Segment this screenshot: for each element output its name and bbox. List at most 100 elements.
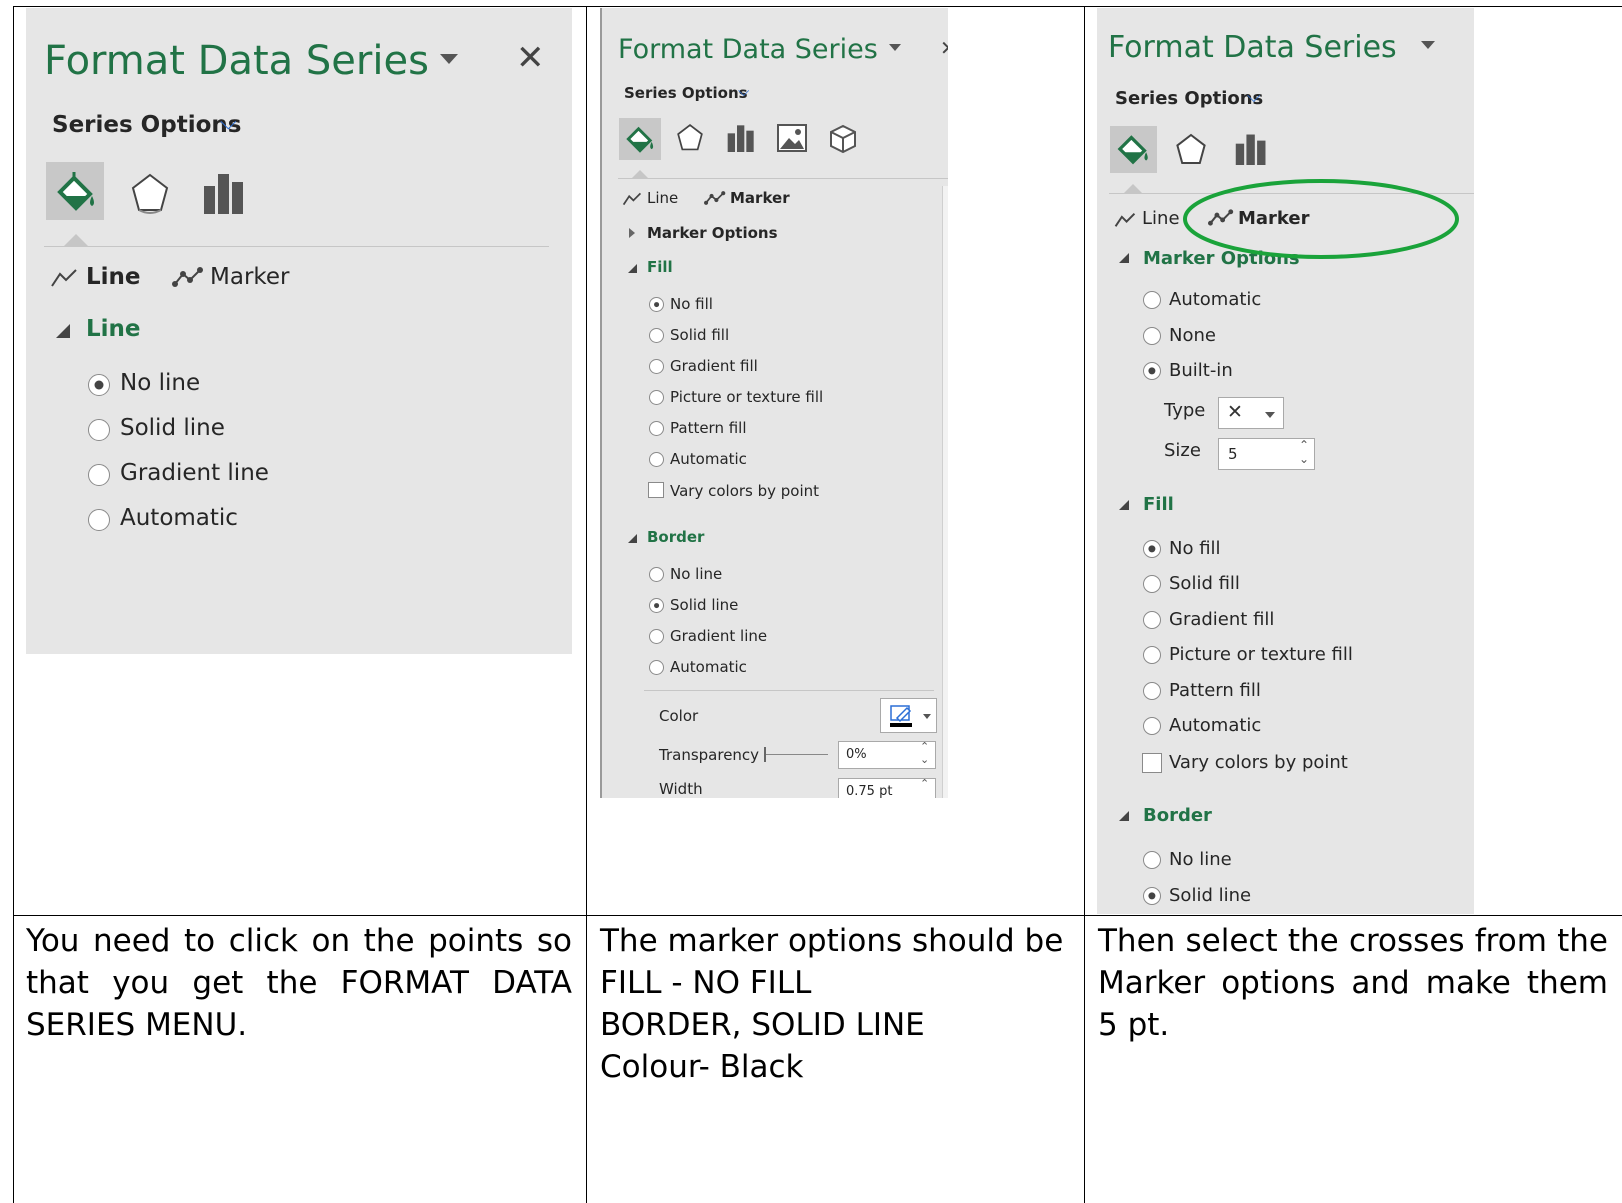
pentagon-effects-icon[interactable] (676, 123, 704, 155)
paint-bucket-icon[interactable] (54, 170, 98, 214)
vary-colors-label[interactable]: Vary colors by point (670, 482, 819, 500)
marker-tab-label[interactable]: Marker (730, 189, 790, 207)
border-automatic-label[interactable]: Automatic (670, 658, 747, 676)
line-tab-icon[interactable] (50, 268, 78, 288)
line-section-collapse-icon[interactable] (56, 324, 70, 338)
color-picker-button[interactable] (880, 698, 937, 733)
series-options-label[interactable]: Series Options (1115, 88, 1263, 109)
picture-icon[interactable] (777, 124, 807, 152)
automatic-fill-radio[interactable] (649, 452, 664, 467)
gradient-line-radio[interactable] (88, 464, 110, 486)
paint-bucket-icon[interactable] (1115, 131, 1151, 167)
no-fill-label[interactable]: No fill (670, 295, 713, 313)
panel-menu-dropdown-icon[interactable] (889, 44, 901, 51)
border-solid-line-label[interactable]: Solid line (670, 596, 738, 614)
border-gradient-line-label[interactable]: Gradient line (670, 627, 767, 645)
line-tab-label[interactable]: Line (86, 264, 141, 290)
marker-builtin-radio[interactable] (1143, 362, 1161, 380)
chevron-down-icon[interactable]: ⌵ (738, 82, 749, 100)
gradient-fill-radio[interactable] (1143, 611, 1161, 629)
picture-fill-radio[interactable] (649, 390, 664, 405)
bar-chart-series-icon[interactable] (1234, 133, 1268, 165)
line-tab-label[interactable]: Line (647, 189, 678, 207)
pentagon-effects-icon[interactable] (130, 172, 170, 218)
transparency-slider-track[interactable] (766, 754, 828, 755)
marker-tab-label[interactable]: Marker (210, 264, 290, 290)
panel-menu-dropdown-icon[interactable] (1421, 41, 1435, 49)
panel-menu-dropdown-icon[interactable] (440, 54, 458, 64)
solid-fill-label[interactable]: Solid fill (1169, 573, 1240, 594)
marker-type-dropdown[interactable]: ✕ (1218, 397, 1284, 429)
pattern-fill-label[interactable]: Pattern fill (670, 419, 747, 437)
cube-3d-icon[interactable] (829, 124, 857, 154)
border-no-line-radio[interactable] (1143, 851, 1161, 869)
no-line-label[interactable]: No line (120, 370, 200, 396)
marker-options-heading[interactable]: Marker Options (647, 224, 778, 242)
close-icon[interactable]: ✕ (516, 38, 545, 78)
automatic-fill-label[interactable]: Automatic (670, 450, 747, 468)
marker-builtin-label[interactable]: Built-in (1169, 360, 1233, 381)
gradient-line-label[interactable]: Gradient line (120, 460, 269, 486)
paint-bucket-icon[interactable] (624, 123, 656, 155)
vary-colors-checkbox[interactable] (1142, 753, 1162, 773)
vary-colors-label[interactable]: Vary colors by point (1169, 752, 1348, 773)
border-no-line-radio[interactable] (649, 567, 664, 582)
border-gradient-line-radio[interactable] (649, 629, 664, 644)
marker-options-expand-icon[interactable] (629, 228, 635, 238)
no-fill-radio[interactable] (649, 297, 664, 312)
picture-fill-label[interactable]: Picture or texture fill (670, 388, 823, 406)
marker-automatic-label[interactable]: Automatic (1169, 289, 1261, 310)
picture-fill-label[interactable]: Picture or texture fill (1169, 644, 1353, 665)
automatic-line-label[interactable]: Automatic (120, 505, 238, 531)
vary-colors-checkbox[interactable] (648, 482, 664, 498)
border-solid-line-radio[interactable] (649, 598, 664, 613)
pentagon-effects-icon[interactable] (1175, 132, 1207, 170)
border-section-heading[interactable]: Border (1143, 805, 1212, 826)
marker-options-collapse-icon[interactable] (1119, 253, 1129, 263)
border-no-line-label[interactable]: No line (1169, 849, 1232, 870)
spin-up-icon[interactable]: ⌃ (1299, 438, 1309, 452)
chevron-down-icon[interactable]: ⌵ (220, 110, 237, 135)
close-icon[interactable]: ✕ (940, 36, 948, 60)
solid-line-radio[interactable] (88, 419, 110, 441)
solid-fill-radio[interactable] (649, 328, 664, 343)
border-section-heading[interactable]: Border (647, 528, 704, 546)
spin-down-icon[interactable]: ⌄ (920, 753, 929, 766)
series-options-label[interactable]: Series Options (52, 112, 241, 138)
marker-tab-icon[interactable] (704, 190, 726, 206)
chevron-down-icon[interactable]: ⌵ (1247, 86, 1261, 107)
spin-up-icon[interactable]: ⌃ (920, 777, 929, 790)
border-no-line-label[interactable]: No line (670, 565, 722, 583)
solid-line-label[interactable]: Solid line (120, 415, 225, 441)
bar-chart-series-icon[interactable] (202, 172, 246, 214)
automatic-line-radio[interactable] (88, 509, 110, 531)
width-input[interactable]: 0.75 pt ⌃ (838, 777, 936, 798)
pattern-fill-radio[interactable] (1143, 682, 1161, 700)
gradient-fill-radio[interactable] (649, 359, 664, 374)
border-automatic-radio[interactable] (649, 660, 664, 675)
marker-none-radio[interactable] (1143, 327, 1161, 345)
spin-up-icon[interactable]: ⌃ (920, 740, 929, 753)
fill-section-heading[interactable]: Fill (647, 258, 673, 276)
picture-fill-radio[interactable] (1143, 646, 1161, 664)
transparency-input[interactable]: 0% ⌃ ⌄ (838, 740, 936, 769)
line-tab-label[interactable]: Line (1142, 208, 1180, 229)
solid-fill-label[interactable]: Solid fill (670, 326, 729, 344)
spin-down-icon[interactable]: ⌄ (1299, 452, 1309, 466)
fill-section-collapse-icon[interactable] (628, 264, 637, 273)
automatic-fill-radio[interactable] (1143, 717, 1161, 735)
series-options-label[interactable]: Series Options (624, 84, 748, 102)
pattern-fill-radio[interactable] (649, 421, 664, 436)
no-fill-radio[interactable] (1143, 540, 1161, 558)
scrollbar[interactable] (942, 186, 948, 798)
marker-size-input[interactable]: 5 ⌃ ⌄ (1218, 438, 1315, 470)
automatic-fill-label[interactable]: Automatic (1169, 715, 1261, 736)
marker-automatic-radio[interactable] (1143, 291, 1161, 309)
no-fill-label[interactable]: No fill (1169, 538, 1221, 559)
line-tab-icon[interactable] (622, 192, 642, 206)
fill-section-heading[interactable]: Fill (1143, 494, 1174, 515)
border-solid-line-radio[interactable] (1143, 887, 1161, 905)
line-section-heading[interactable]: Line (86, 316, 141, 342)
border-solid-line-label[interactable]: Solid line (1169, 885, 1251, 906)
solid-fill-radio[interactable] (1143, 575, 1161, 593)
